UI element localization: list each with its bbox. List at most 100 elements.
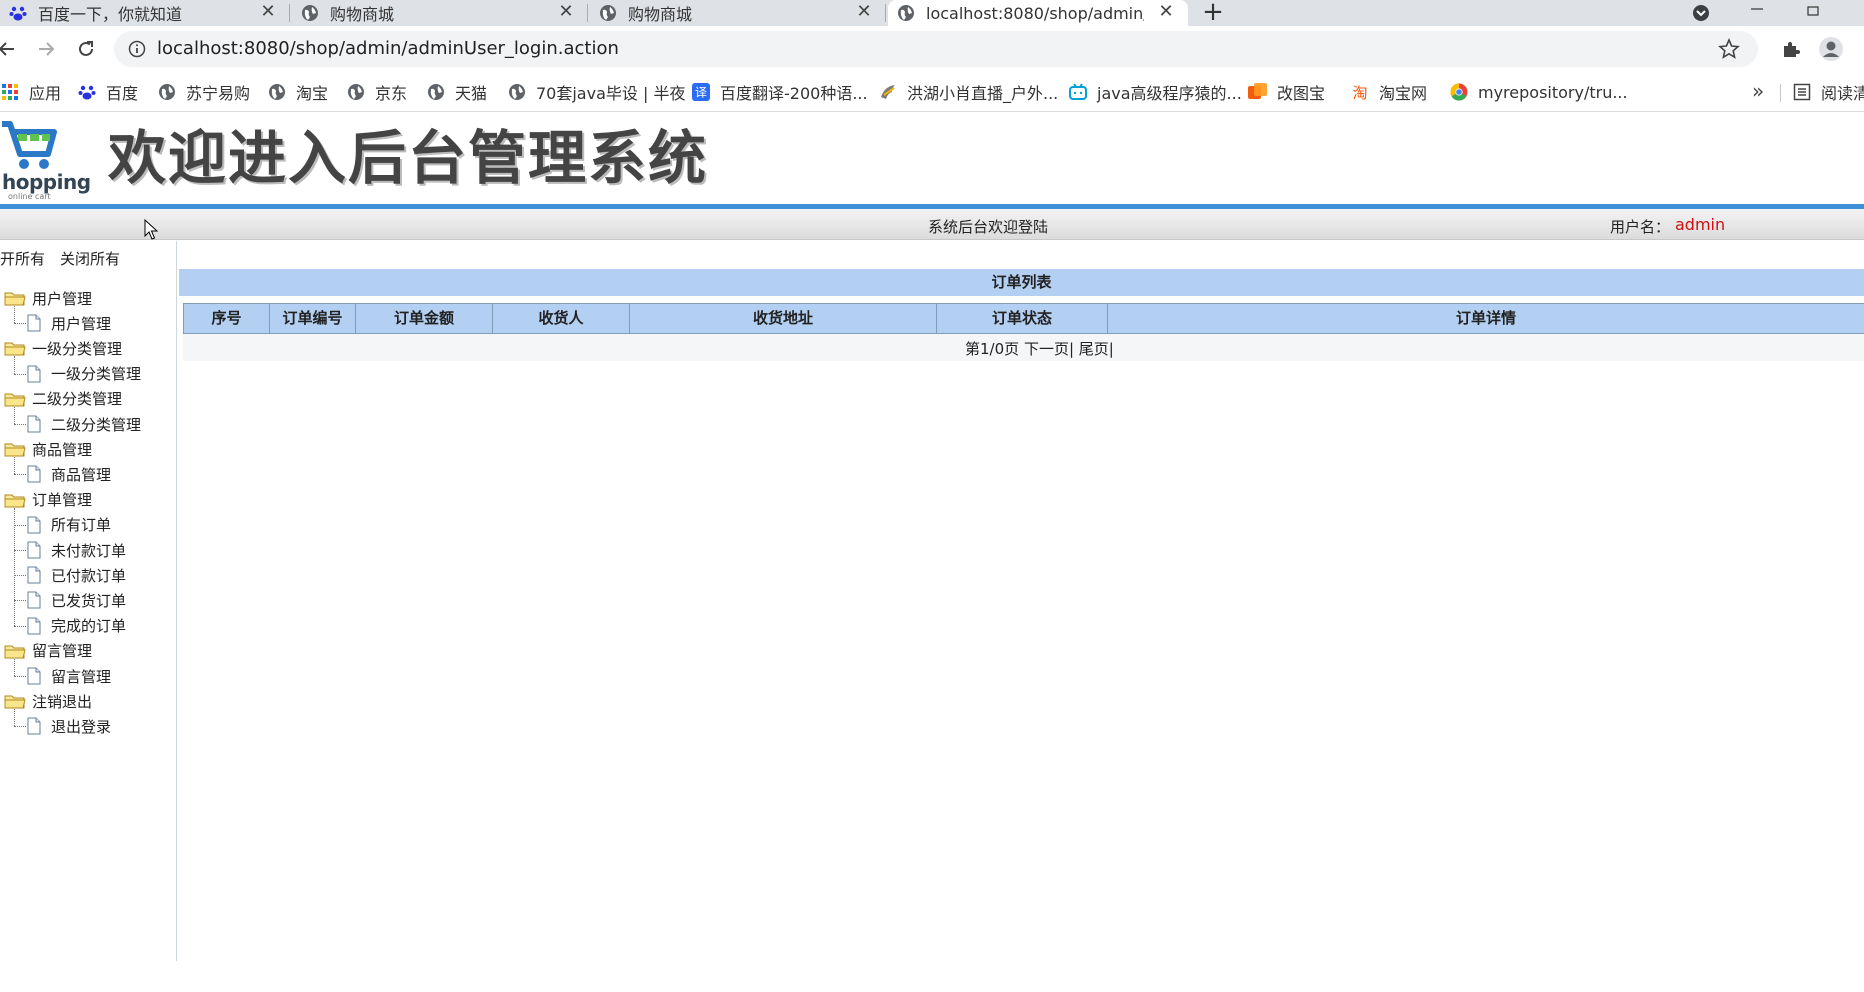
new-tab-plus-icon[interactable]: + bbox=[1200, 0, 1226, 26]
tab-shop-1[interactable]: 购物商城 ✕ bbox=[292, 0, 588, 26]
reload-icon[interactable] bbox=[73, 36, 99, 62]
address-bar[interactable]: localhost:8080/shop/admin/adminUser_logi… bbox=[114, 31, 1758, 67]
restore-icon[interactable] bbox=[1798, 0, 1828, 26]
tab-strip: 百度一下，你就知道 ✕ 购物商城 ✕ 购物商城 ✕ localhost:8080… bbox=[0, 0, 1864, 26]
close-icon[interactable]: ✕ bbox=[258, 2, 278, 22]
tab-admin-active[interactable]: localhost:8080/shop/admin/ac ✕ bbox=[888, 0, 1188, 26]
bird-icon bbox=[878, 82, 898, 102]
profile-avatar-icon[interactable] bbox=[1818, 36, 1844, 62]
close-icon[interactable]: ✕ bbox=[1156, 2, 1176, 22]
bookmark-baidu[interactable]: 百度 bbox=[77, 80, 138, 104]
bookmark-baidu-translate[interactable]: 译 百度翻译-200种语... bbox=[691, 80, 868, 104]
tab-baidu[interactable]: 百度一下，你就知道 ✕ bbox=[0, 0, 290, 26]
document-page-icon bbox=[26, 591, 51, 609]
tree-connector-line bbox=[14, 424, 26, 425]
tree-leaf-label: 已付款订单 bbox=[51, 566, 127, 585]
document-page-icon bbox=[26, 415, 51, 433]
tree-leaf-item[interactable]: 未付款订单 bbox=[26, 538, 126, 562]
gaitubao-icon bbox=[1248, 82, 1268, 102]
collapse-all-link[interactable]: 关闭所有 bbox=[60, 248, 120, 269]
globe-icon bbox=[598, 3, 618, 23]
bookmark-jd[interactable]: 京东 bbox=[346, 80, 407, 104]
next-page-link[interactable]: 下一页| bbox=[1024, 340, 1074, 358]
globe-icon bbox=[267, 82, 287, 102]
tree-leaf-item[interactable]: 留言管理 bbox=[26, 664, 111, 688]
tree-connector-line bbox=[14, 625, 26, 627]
tree-connector-line bbox=[14, 306, 15, 324]
tree-folder-node[interactable]: 用户管理 bbox=[4, 286, 92, 310]
tree-leaf-item[interactable]: 所有订单 bbox=[26, 513, 111, 537]
tree-leaf-label: 用户管理 bbox=[51, 314, 112, 333]
bookmark-gaitubao[interactable]: 改图宝 bbox=[1248, 80, 1325, 104]
bookmark-tmall[interactable]: 天猫 bbox=[426, 80, 487, 104]
column-header-amount: 订单金额 bbox=[355, 304, 492, 333]
tree-folder-node[interactable]: 二级分类管理 bbox=[4, 387, 122, 411]
svg-text:淘: 淘 bbox=[1352, 84, 1367, 101]
tree-leaf-label: 完成的订单 bbox=[51, 617, 127, 636]
bookmark-honghu-live[interactable]: 洪湖小肖直播_户外... bbox=[878, 80, 1058, 104]
reading-list[interactable]: 阅读清 bbox=[1792, 80, 1864, 104]
document-page-icon bbox=[26, 541, 51, 559]
bookmark-taobao-net[interactable]: 淘 淘宝网 bbox=[1350, 80, 1427, 104]
tab-search-icon[interactable] bbox=[1688, 0, 1714, 26]
forward-arrow-icon[interactable] bbox=[33, 36, 59, 62]
folder-open-icon bbox=[4, 340, 32, 356]
globe-icon bbox=[426, 82, 446, 102]
tree-folder-label: 订单管理 bbox=[32, 491, 93, 510]
tree-leaf-item[interactable]: 一级分类管理 bbox=[26, 362, 141, 386]
bookmark-apps[interactable]: 应用 bbox=[0, 80, 61, 104]
column-header-address: 收货地址 bbox=[629, 304, 936, 333]
sidebar-tree: 开所有 关闭所有 用户管理 用户管理 一级分类管理 一级分类管理 二级分类管理 二级分类管… bbox=[0, 241, 177, 961]
tree-leaf-label: 所有订单 bbox=[51, 516, 112, 535]
expand-all-link[interactable]: 开所有 bbox=[0, 248, 45, 269]
globe-icon bbox=[507, 82, 527, 102]
tree-connector-line bbox=[14, 457, 15, 475]
tree-connector-line bbox=[14, 356, 15, 374]
tree-leaf-label: 退出登录 bbox=[51, 717, 112, 736]
back-arrow-icon[interactable] bbox=[0, 36, 20, 62]
tab-shop-2[interactable]: 购物商城 ✕ bbox=[590, 0, 886, 26]
bookmark-label: 应用 bbox=[29, 84, 62, 103]
close-icon[interactable]: ✕ bbox=[854, 2, 874, 22]
tree-leaf-item[interactable]: 已发货订单 bbox=[26, 588, 126, 612]
bookmarks-overflow-chevron-icon[interactable]: » bbox=[1752, 80, 1764, 102]
last-page-link[interactable]: 尾页| bbox=[1079, 340, 1114, 358]
tree-folder-node[interactable]: 注销退出 bbox=[4, 689, 92, 713]
bookmarks-bar: 应用 百度 苏宁易购 淘宝 京东 天猫 70套java毕设 | 半夜 译 百度翻… bbox=[0, 72, 1864, 112]
bookmark-java-projects[interactable]: 70套java毕设 | 半夜 bbox=[507, 80, 685, 104]
bookmark-bilibili[interactable]: java高级程序猿的... bbox=[1068, 80, 1242, 104]
tree-leaf-item[interactable]: 商品管理 bbox=[26, 462, 111, 486]
page-info: 第1/0页 bbox=[965, 340, 1020, 358]
tree-folder-node[interactable]: 商品管理 bbox=[4, 437, 92, 461]
tree-leaf-label: 商品管理 bbox=[51, 465, 112, 484]
folder-open-icon bbox=[4, 391, 32, 407]
tree-folder-node[interactable]: 留言管理 bbox=[4, 639, 92, 663]
username-label: 用户名： bbox=[1610, 218, 1671, 236]
bookmark-label: 70套java毕设 | 半夜 bbox=[536, 84, 686, 103]
tree-leaf-item[interactable]: 已付款订单 bbox=[26, 563, 126, 587]
document-page-icon bbox=[26, 717, 51, 735]
tree-folder-node[interactable]: 一级分类管理 bbox=[4, 336, 122, 360]
bookmark-myrepository[interactable]: myrepository/tru... bbox=[1449, 80, 1628, 104]
globe-icon bbox=[300, 3, 320, 23]
tree-leaf-item[interactable]: 完成的订单 bbox=[26, 614, 126, 638]
tree-folder-node[interactable]: 订单管理 bbox=[4, 488, 92, 512]
bookmark-label: 苏宁易购 bbox=[186, 84, 251, 103]
tree-leaf-item[interactable]: 用户管理 bbox=[26, 311, 111, 335]
bookmark-star-icon[interactable] bbox=[1718, 37, 1740, 60]
bookmark-taobao[interactable]: 淘宝 bbox=[267, 80, 328, 104]
pagination-row: 第1/0页 下一页| 尾页| bbox=[183, 334, 1864, 361]
column-header-order-no: 订单编号 bbox=[269, 304, 355, 333]
extensions-puzzle-icon[interactable] bbox=[1778, 36, 1804, 62]
order-table-header: 序号 订单编号 订单金额 收货人 收货地址 订单状态 订单详情 bbox=[183, 303, 1864, 334]
close-icon[interactable]: ✕ bbox=[556, 2, 576, 22]
info-icon[interactable] bbox=[128, 40, 146, 58]
url-text[interactable]: localhost:8080/shop/admin/adminUser_logi… bbox=[157, 37, 619, 61]
tree-leaf-item[interactable]: 二级分类管理 bbox=[26, 412, 141, 436]
globe-icon bbox=[346, 82, 366, 102]
bookmark-suning[interactable]: 苏宁易购 bbox=[157, 80, 250, 104]
reading-list-label: 阅读清 bbox=[1821, 84, 1864, 103]
tree-leaf-item[interactable]: 退出登录 bbox=[26, 714, 111, 738]
document-page-icon bbox=[26, 465, 51, 483]
minimize-icon[interactable] bbox=[1742, 0, 1772, 26]
